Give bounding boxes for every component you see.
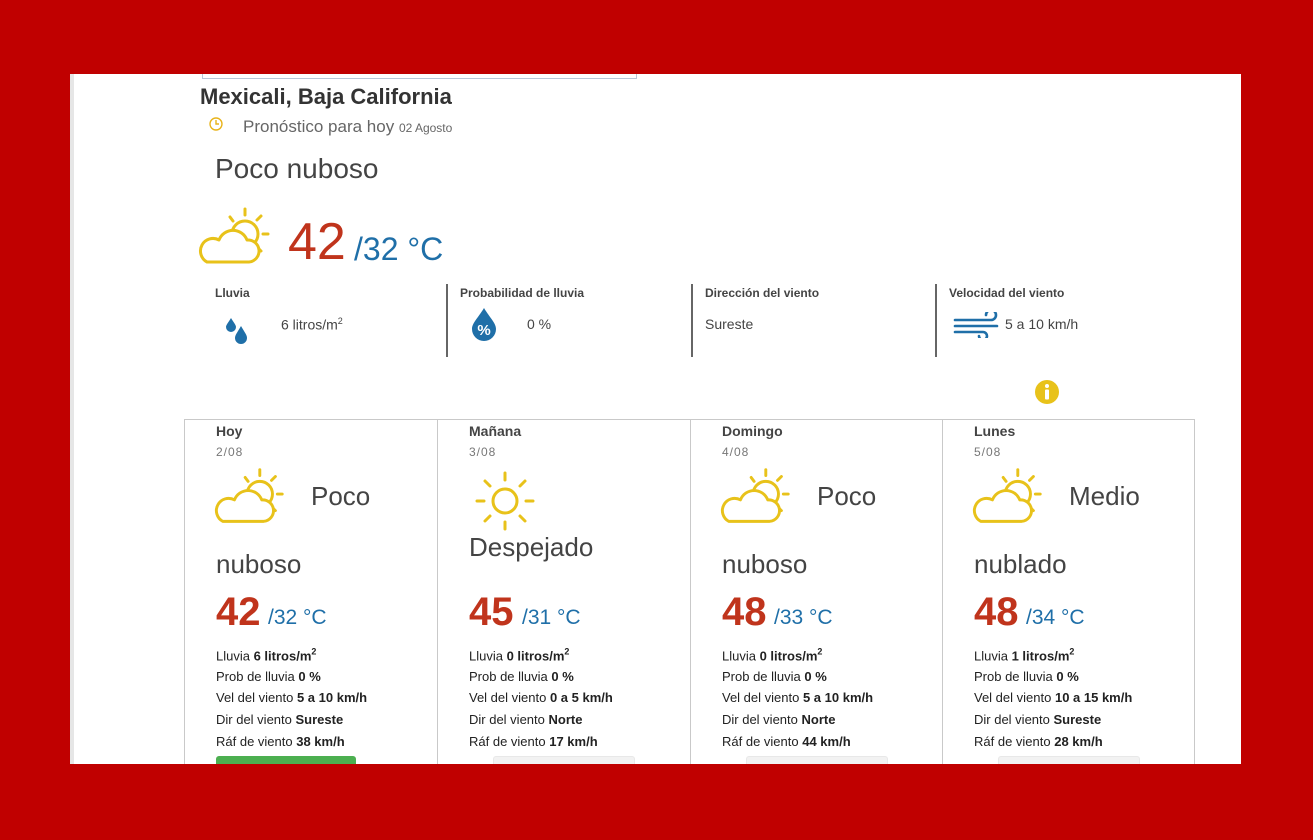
day-wind-gust: Ráf de viento 28 km/h (974, 734, 1103, 749)
day-rain: Lluvia 0 litros/m2 (722, 647, 823, 664)
info-icon[interactable] (1034, 379, 1060, 405)
clock-icon (209, 117, 223, 131)
day-date: 5/08 (974, 445, 1002, 459)
sun-icon (475, 471, 535, 531)
day-temp-min: /31 °C (522, 606, 581, 629)
current-description: Poco nuboso (215, 153, 379, 184)
day-wind-speed: Vel del viento 0 a 5 km/h (469, 690, 613, 705)
stat-value: 0 % (527, 316, 552, 332)
day-wind-gust: Ráf de viento 44 km/h (722, 734, 851, 749)
day-wind-speed: Vel del viento 5 a 10 km/h (216, 690, 368, 705)
day-temp-max: 48 (974, 590, 1019, 634)
day-wind-speed: Vel del viento 10 a 15 km/h (974, 690, 1133, 705)
day-wind-speed: Vel del viento 5 a 10 km/h (722, 690, 874, 705)
day-date: 4/08 (722, 445, 750, 459)
day-card[interactable]: Hoy 2/08 Poco nuboso 42 /32 °C Lluvia 6 … (185, 420, 438, 764)
day-rain-probability: Prob de lluvia 0 % (722, 669, 827, 684)
daily-forecast: Hoy 2/08 Poco nuboso 42 /32 °C Lluvia 6 … (184, 419, 1195, 764)
day-wind-direction: Dir del viento Norte (722, 712, 836, 727)
stat-value: 5 a 10 km/h (1005, 316, 1079, 332)
divider (935, 284, 937, 357)
current-temp-min: /32 °C (354, 231, 444, 267)
browser-viewport: Mexicali, Baja California Pronóstico par… (70, 74, 1241, 764)
forecast-heading: Pronóstico para hoy 02 Agosto (243, 117, 452, 137)
current-temp-max: 42 (288, 213, 346, 271)
day-rain: Lluvia 0 litros/m2 (469, 647, 570, 664)
day-name: Mañana (469, 423, 522, 439)
day-description: Poco nuboso (216, 481, 371, 579)
day-description: Poco nuboso (722, 481, 877, 579)
stat-label: Velocidad del viento (949, 286, 1065, 300)
day-card[interactable]: Mañana 3/08 Despejado 45 /31 °C Lluvia 0… (437, 420, 690, 764)
day-temp-max: 48 (722, 590, 767, 634)
day-temp-min: /33 °C (774, 606, 833, 629)
day-card[interactable]: Domingo 4/08 Poco nuboso 48 /33 °C Lluvi… (690, 420, 943, 764)
day-temp-max: 42 (216, 590, 261, 634)
day-description: Despejado (469, 532, 594, 562)
day-wind-direction: Dir del viento Sureste (974, 712, 1102, 727)
partly-cloudy-icon (198, 207, 270, 264)
stat-label: Dirección del viento (705, 286, 820, 300)
day-date: 3/08 (469, 445, 497, 459)
forecast-label: Pronóstico para hoy (243, 117, 395, 136)
day-details-button[interactable] (493, 756, 635, 764)
day-rain-probability: Prob de lluvia 0 % (974, 669, 1079, 684)
divider (446, 284, 448, 357)
day-name: Lunes (974, 423, 1016, 439)
stat-value: Sureste (705, 316, 754, 332)
stat-label: Probabilidad de lluvia (460, 286, 585, 300)
day-wind-gust: Ráf de viento 17 km/h (469, 734, 598, 749)
day-temp-min: /32 °C (268, 606, 327, 629)
day-details-button[interactable] (216, 756, 356, 764)
day-description: Medio nublado (974, 481, 1140, 579)
wind-icon (953, 312, 999, 338)
day-details-button[interactable] (998, 756, 1140, 764)
day-temp-max: 45 (469, 590, 514, 634)
day-name: Hoy (216, 423, 243, 439)
day-date: 2/08 (216, 445, 244, 459)
day-details-button[interactable] (746, 756, 888, 764)
search-input[interactable] (202, 74, 637, 79)
stat-rain-probability: Probabilidad de lluvia % 0 % (460, 286, 685, 358)
stat-value: 6 litros/m2 (281, 316, 343, 333)
day-wind-gust: Ráf de viento 38 km/h (216, 734, 345, 749)
day-rain: Lluvia 1 litros/m2 (974, 647, 1075, 664)
stat-rain: Lluvia 6 litros/m2 (215, 286, 440, 358)
day-rain-probability: Prob de lluvia 0 % (216, 669, 321, 684)
percent-drop-icon: % (472, 308, 496, 341)
day-name: Domingo (722, 423, 783, 439)
svg-text:%: % (477, 322, 490, 339)
day-wind-direction: Dir del viento Sureste (216, 712, 344, 727)
day-card[interactable]: Lunes 5/08 Medio nublado 48 /34 °C Lluvi… (942, 420, 1195, 764)
day-temp-min: /34 °C (1026, 606, 1085, 629)
day-wind-direction: Dir del viento Norte (469, 712, 583, 727)
rain-drops-icon (226, 318, 247, 344)
day-rain: Lluvia 6 litros/m2 (216, 647, 317, 664)
day-rain-probability: Prob de lluvia 0 % (469, 669, 574, 684)
stat-wind-speed: Velocidad del viento 5 a 10 km/h (949, 286, 1189, 358)
forecast-date: 02 Agosto (398, 121, 453, 135)
stat-label: Lluvia (215, 286, 250, 300)
stat-wind-direction: Dirección del viento Sureste (705, 286, 930, 358)
divider (691, 284, 693, 357)
location-title: Mexicali, Baja California (200, 84, 452, 109)
